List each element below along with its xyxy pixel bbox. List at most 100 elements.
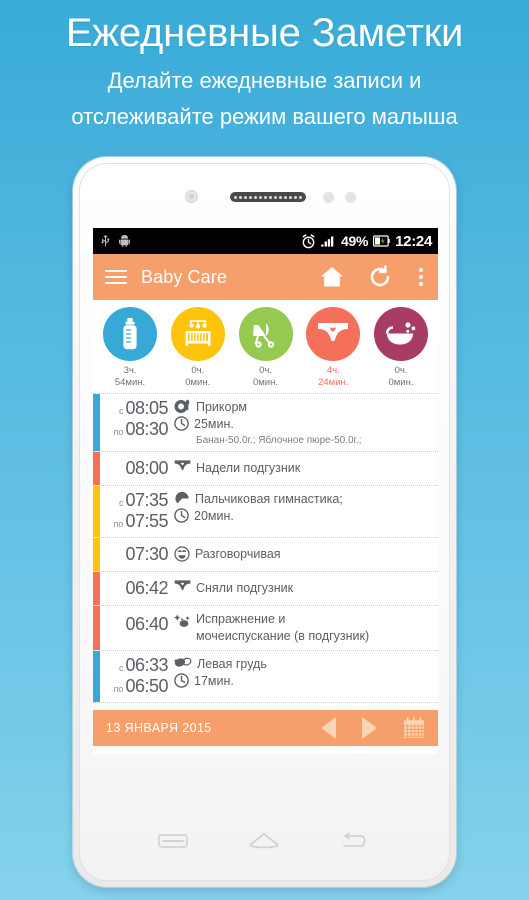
- home-icon[interactable]: [320, 266, 344, 288]
- summary-minutes: 0мин.: [388, 377, 414, 388]
- list-item[interactable]: с 08:05 по 08:30 Прикорм 25мин. Банан-50…: [93, 394, 438, 452]
- next-arrow-icon[interactable]: [362, 717, 377, 739]
- summary-minutes: 24мин.: [318, 377, 349, 388]
- alarm-icon: [301, 233, 316, 249]
- time-prefix: по: [113, 684, 124, 694]
- battery-icon: [373, 235, 390, 247]
- smiley-icon: [174, 546, 190, 562]
- event-times: 07:30: [100, 544, 174, 565]
- summary-minutes: 0мин.: [185, 377, 211, 388]
- list-item[interactable]: 07:30 Разговорчивая: [93, 538, 438, 572]
- summary-hours: 0ч.: [259, 365, 272, 376]
- event-color-bar: [93, 452, 100, 485]
- android-back-icon[interactable]: [341, 833, 371, 849]
- clock-label: 12:24: [395, 232, 432, 250]
- summary-item-value: 0ч. 0мин.: [235, 365, 297, 389]
- event-duration: 17мин.: [194, 674, 234, 688]
- start-time: 07:30: [125, 543, 168, 564]
- clock-icon: [174, 673, 189, 688]
- crib-icon: [170, 307, 225, 361]
- summary-hours: 3ч.: [123, 365, 137, 376]
- time-prefix: с: [118, 406, 124, 416]
- summary-item-walk[interactable]: 0ч. 0мин.: [235, 307, 297, 389]
- start-time: 08:05: [125, 398, 168, 418]
- promo-header: Ежедневные Заметки Делайте ежедневные за…: [0, 0, 529, 132]
- event-color-bar: [93, 651, 100, 702]
- android-menu-icon[interactable]: [158, 833, 188, 849]
- refresh-icon[interactable]: [368, 265, 392, 289]
- bath-icon: [374, 307, 428, 361]
- summary-item-value: 3ч. 54мин.: [99, 365, 161, 389]
- event-list[interactable]: с 08:05 по 08:30 Прикорм 25мин. Банан-50…: [93, 393, 438, 710]
- phone-mockup: 49% 12:24 Baby Care 3ч. 54мин. 0ч. 0мин.…: [73, 157, 456, 887]
- promo-subtitle-line2: отслеживайте режим вашего малыша: [71, 104, 458, 129]
- end-time: 06:50: [125, 676, 168, 696]
- breast-icon: [174, 656, 192, 670]
- usb-icon: [101, 234, 110, 248]
- summary-item-value: 0ч. 0мин.: [167, 365, 229, 389]
- time-prefix: по: [113, 427, 124, 437]
- android-home-icon[interactable]: [248, 832, 280, 850]
- poop-icon: [174, 613, 191, 628]
- baby-bottle-icon: [103, 307, 157, 361]
- phone-screen: 49% 12:24 Baby Care 3ч. 54мин. 0ч. 0мин.…: [93, 228, 438, 754]
- time-prefix: по: [113, 519, 124, 529]
- event-color-bar: [93, 606, 100, 650]
- diaper-icon: [306, 307, 361, 361]
- promo-subtitle-line1: Делайте ежедневные записи и: [107, 68, 422, 93]
- list-item[interactable]: с07:35 по07:55 Пальчиковая гимнастика;: [93, 486, 438, 538]
- event-duration: 25мин.: [194, 417, 234, 431]
- clock-icon: [174, 508, 189, 523]
- clock-icon: [174, 416, 189, 431]
- summary-item-sleep[interactable]: 0ч. 0мин.: [167, 307, 229, 389]
- event-detail: Банан-50.0г.; Яблочное пюре-50.0г.;: [196, 435, 362, 446]
- signal-icon: [321, 235, 336, 247]
- list-item[interactable]: 08:00 Надели подгузник: [93, 452, 438, 486]
- summary-row: 3ч. 54мин. 0ч. 0мин. 0ч. 0мин. 4ч. 24мин…: [93, 300, 438, 393]
- summary-hours: 0ч.: [191, 365, 205, 376]
- android-status-bar: 49% 12:24: [93, 228, 438, 254]
- start-time: 06:33: [125, 655, 168, 675]
- event-duration: 20мин.: [194, 509, 234, 523]
- event-times: с 08:05 по 08:30: [100, 398, 174, 446]
- summary-minutes: 0мин.: [252, 377, 278, 388]
- list-item[interactable]: с 06:33 по 06:50 Левая грудь 17мин.: [93, 651, 438, 703]
- battery-percent-label: 49%: [341, 233, 369, 249]
- stroller-icon: [238, 307, 293, 361]
- earpiece-speaker: [230, 192, 306, 202]
- summary-item-diaper[interactable]: 4ч. 24мин.: [302, 307, 364, 389]
- list-item[interactable]: 06:42 Сняли подгузник: [93, 572, 438, 606]
- event-times: с 06:33 по 06:50: [100, 655, 174, 697]
- light-sensor-icon: [345, 192, 356, 203]
- time-prefix: с: [118, 498, 124, 508]
- app-title: Baby Care: [141, 266, 227, 287]
- event-title: Левая грудь: [197, 657, 267, 671]
- event-title-line2: мочеиспускание (в подгузник): [196, 629, 370, 643]
- event-title: Пальчиковая гимнастика;: [195, 492, 343, 506]
- end-time: 07:55: [125, 511, 168, 531]
- proximity-sensor-icon: [323, 192, 334, 203]
- android-icon: [119, 235, 130, 247]
- hamburger-icon[interactable]: [105, 270, 127, 284]
- end-time: 08:30: [125, 419, 168, 439]
- event-times: 08:00: [100, 458, 174, 479]
- summary-item-feeding[interactable]: 3ч. 54мин.: [99, 307, 161, 389]
- phone-top-bezel: [80, 164, 449, 228]
- list-item[interactable]: 06:40 Испражнение и мочеиспускание (в по…: [93, 606, 438, 651]
- calendar-icon[interactable]: [403, 717, 425, 739]
- prev-arrow-icon[interactable]: [321, 717, 336, 739]
- event-color-bar: [93, 394, 100, 451]
- current-date-label: 13 ЯНВАРЯ 2015: [106, 721, 212, 735]
- summary-item-value: 0ч. 0мин.: [370, 365, 432, 389]
- summary-item-bath[interactable]: 0ч. 0мин.: [370, 307, 432, 389]
- start-time: 08:00: [125, 457, 168, 478]
- event-color-bar: [93, 538, 100, 571]
- time-prefix: с: [118, 663, 124, 673]
- overflow-menu-icon[interactable]: [416, 268, 426, 286]
- app-bar: Baby Care: [93, 254, 438, 300]
- event-title: Испражнение и: [196, 612, 286, 626]
- event-times: 06:42: [100, 578, 174, 599]
- start-time: 07:35: [125, 490, 168, 510]
- diaper-icon: [174, 460, 191, 474]
- summary-minutes: 54мин.: [114, 377, 146, 388]
